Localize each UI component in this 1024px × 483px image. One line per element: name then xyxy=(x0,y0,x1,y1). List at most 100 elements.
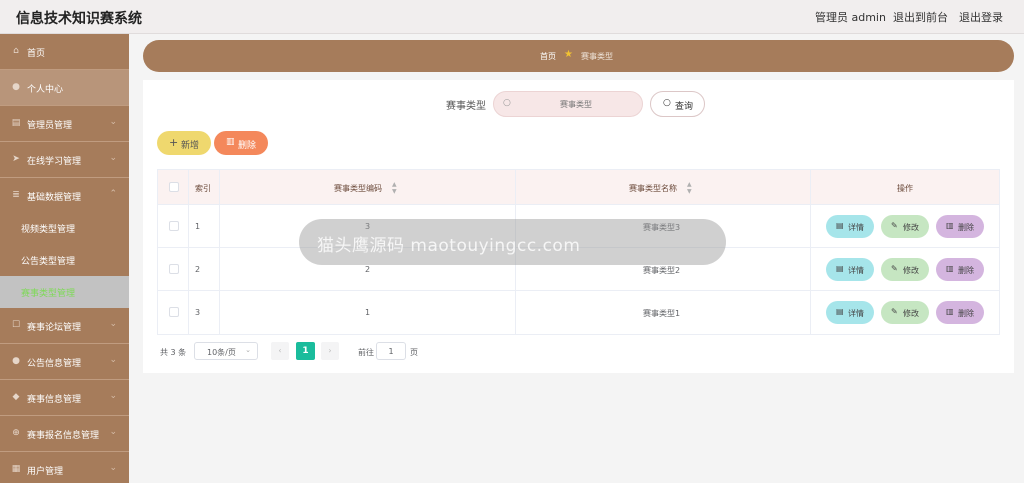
trash-icon: ▥ xyxy=(226,137,235,147)
delete-button[interactable]: ▥ 删除 xyxy=(214,131,268,155)
cell-index: 2 xyxy=(195,265,201,274)
user-icon: ● xyxy=(12,82,20,92)
admin-icon: ▤ xyxy=(11,118,21,128)
sidebar-item-basic-data[interactable]: ≣ 基础数据管理 ⌃ xyxy=(0,178,129,214)
edit-button[interactable]: ✎ 修改 xyxy=(881,301,929,324)
current-user: 管理员 admin xyxy=(815,11,886,24)
page-size-select[interactable]: 10条/页 ⌄ xyxy=(194,342,258,360)
star-icon: ★ xyxy=(564,49,573,60)
column-divider xyxy=(219,170,220,334)
sidebar-item-label: 首页 xyxy=(27,49,46,59)
detail-label: 详情 xyxy=(848,223,864,232)
pencil-icon: ✎ xyxy=(891,264,898,273)
sidebar-item-notice[interactable]: ● 公告信息管理 ⌄ xyxy=(0,344,129,380)
header-index: 索引 xyxy=(195,184,211,193)
goto-page-input[interactable] xyxy=(376,342,406,360)
select-all-checkbox[interactable] xyxy=(169,182,179,192)
search-input[interactable] xyxy=(516,96,636,112)
document-icon: ▤ xyxy=(836,221,844,230)
sort-icon[interactable]: ▲ ▼ xyxy=(687,181,692,195)
row-delete-button[interactable]: ▥ 删除 xyxy=(936,258,984,281)
sidebar-item-forum[interactable]: ☐ 赛事论坛管理 ⌄ xyxy=(0,308,129,344)
detail-label: 详情 xyxy=(848,309,864,318)
detail-button[interactable]: ▤ 详情 xyxy=(826,301,874,324)
exit-to-front-link[interactable]: 退出到前台 xyxy=(893,9,948,25)
sidebar-item-label: 在线学习管理 xyxy=(27,157,82,167)
page-suffix-label: 页 xyxy=(410,348,418,357)
trophy-icon: ◆ xyxy=(12,392,20,402)
sidebar-sub-label: 赛事类型管理 xyxy=(21,289,76,299)
page-number-current[interactable]: 1 xyxy=(296,342,315,360)
sort-icon[interactable]: ▲ ▼ xyxy=(392,181,397,195)
trash-icon: ▥ xyxy=(946,221,954,230)
edit-button[interactable]: ✎ 修改 xyxy=(881,258,929,281)
sidebar-item-label: 赛事信息管理 xyxy=(27,395,82,405)
breadcrumb-home[interactable]: 首页 xyxy=(540,51,556,62)
edit-button[interactable]: ✎ 修改 xyxy=(881,215,929,238)
sidebar-sub-event-type[interactable]: 赛事类型管理 xyxy=(0,276,129,308)
row-delete-button[interactable]: ▥ 删除 xyxy=(936,301,984,324)
sidebar-sub-label: 公告类型管理 xyxy=(21,257,76,267)
document-icon: ▤ xyxy=(836,264,844,273)
table-row: 3 1 赛事类型1 ▤ 详情 ✎ 修改 ▥ 删除 xyxy=(158,291,999,334)
row-checkbox[interactable] xyxy=(169,221,179,231)
pagination-total: 共 3 条 xyxy=(160,348,187,357)
cell-index: 3 xyxy=(195,308,201,317)
sidebar-item-admin[interactable]: ▤ 管理员管理 ⌄ xyxy=(0,106,129,142)
sidebar-item-label: 基础数据管理 xyxy=(27,193,82,203)
logout-link[interactable]: 退出登录 xyxy=(959,9,1003,25)
cell-name: 赛事类型2 xyxy=(643,266,681,275)
goto-label: 前往 xyxy=(358,348,374,357)
sidebar-sub-notice-type[interactable]: 公告类型管理 xyxy=(0,244,129,276)
chevron-down-icon: ⌄ xyxy=(109,427,117,437)
top-header: 信息技术知识赛系统 管理员 admin 退出到前台 退出登录 xyxy=(0,0,1024,34)
document-icon: ▤ xyxy=(836,307,844,316)
sidebar-item-label: 赛事论坛管理 xyxy=(27,323,82,333)
next-page-button[interactable]: › xyxy=(321,342,339,360)
row-delete-label: 删除 xyxy=(958,309,974,318)
globe-icon: ⊕ xyxy=(12,428,20,438)
chevron-down-icon: ⌄ xyxy=(109,153,117,163)
sidebar-sub-label: 视频类型管理 xyxy=(21,225,76,235)
sidebar: ⌂ 首页 ● 个人中心 ▤ 管理员管理 ⌄ ➤ 在线学习管理 ⌄ ≣ 基础数据管… xyxy=(0,34,129,483)
row-checkbox[interactable] xyxy=(169,264,179,274)
add-button-label: 新增 xyxy=(181,141,200,151)
search-button[interactable]: ○ 查询 xyxy=(650,91,705,117)
sidebar-item-users[interactable]: ▦ 用户管理 ⌄ xyxy=(0,452,129,483)
detail-button[interactable]: ▤ 详情 xyxy=(826,258,874,281)
detail-label: 详情 xyxy=(848,266,864,275)
trash-icon: ▥ xyxy=(946,264,954,273)
chevron-down-icon: ⌄ xyxy=(109,391,117,401)
breadcrumb-current: 赛事类型 xyxy=(581,52,613,61)
row-checkbox[interactable] xyxy=(169,307,179,317)
sidebar-item-profile[interactable]: ● 个人中心 xyxy=(0,70,129,106)
row-delete-label: 删除 xyxy=(958,266,974,275)
detail-button[interactable]: ▤ 详情 xyxy=(826,215,874,238)
header-name[interactable]: 赛事类型名称 xyxy=(629,183,677,194)
users-icon: ▦ xyxy=(11,464,21,474)
forum-icon: ☐ xyxy=(11,320,21,330)
edit-label: 修改 xyxy=(903,266,919,275)
sidebar-sub-video-type[interactable]: 视频类型管理 xyxy=(0,212,129,244)
search-icon: ○ xyxy=(503,98,511,108)
column-divider xyxy=(188,170,189,334)
search-field[interactable]: ○ xyxy=(493,91,643,117)
sidebar-item-label: 管理员管理 xyxy=(27,121,73,131)
sidebar-item-event-signup[interactable]: ⊕ 赛事报名信息管理 ⌄ xyxy=(0,416,129,452)
add-button[interactable]: + 新增 xyxy=(157,131,211,155)
sidebar-item-label: 个人中心 xyxy=(27,85,64,95)
sidebar-item-event-info[interactable]: ◆ 赛事信息管理 ⌄ xyxy=(0,380,129,416)
search-icon: ○ xyxy=(663,98,671,108)
edit-label: 修改 xyxy=(903,223,919,232)
watermark-text: 猫头鹰源码 maotouyingcc.com xyxy=(317,236,581,256)
sidebar-item-online-learning[interactable]: ➤ 在线学习管理 ⌄ xyxy=(0,142,129,178)
prev-page-button[interactable]: ‹ xyxy=(271,342,289,360)
breadcrumb: 首页 ★ 赛事类型 xyxy=(143,40,1014,72)
sidebar-item-label: 用户管理 xyxy=(27,467,64,477)
delete-button-label: 删除 xyxy=(238,141,257,151)
search-button-label: 查询 xyxy=(675,102,694,112)
sidebar-item-home[interactable]: ⌂ 首页 xyxy=(0,34,129,70)
row-delete-button[interactable]: ▥ 删除 xyxy=(936,215,984,238)
header-code[interactable]: 赛事类型编码 xyxy=(334,183,382,194)
table-header: 索引 赛事类型编码 ▲ ▼ 赛事类型名称 ▲ ▼ 操作 xyxy=(158,170,999,205)
